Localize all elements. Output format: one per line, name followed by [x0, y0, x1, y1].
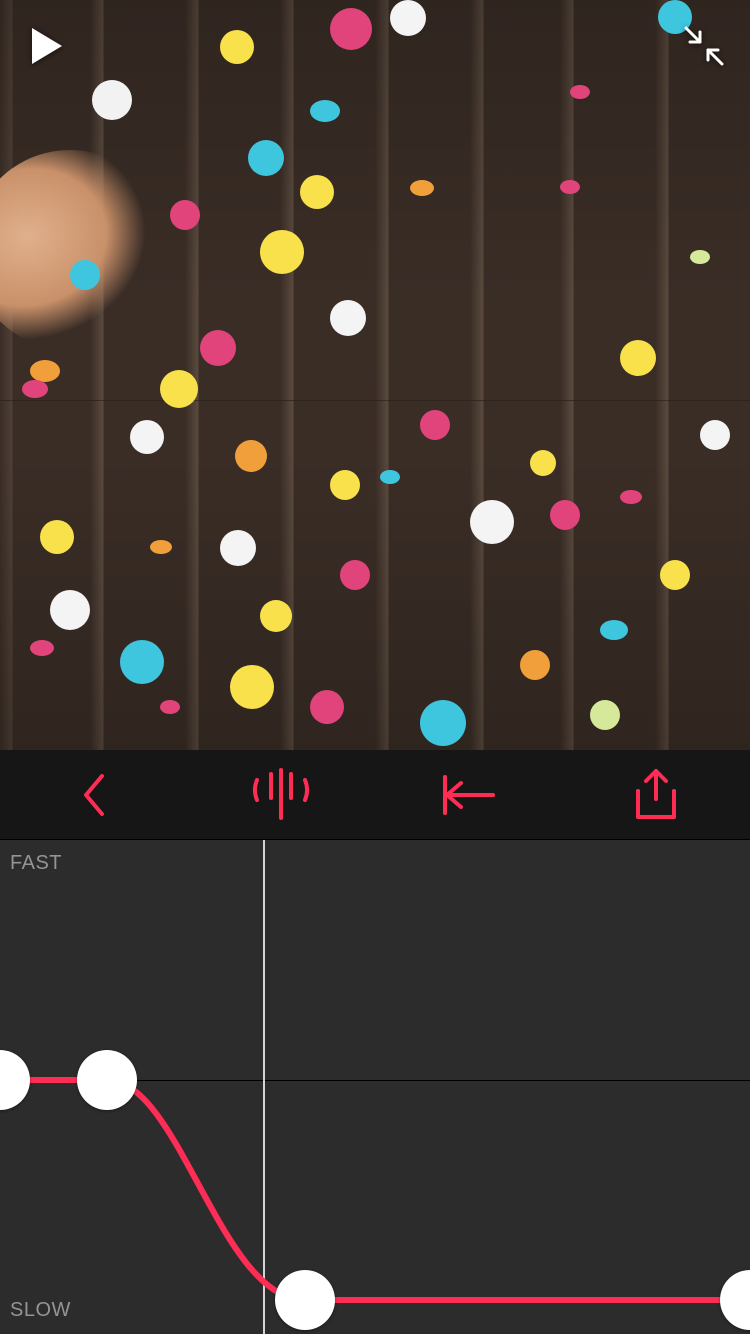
back-icon [80, 772, 108, 818]
preview-content [70, 260, 100, 290]
preview-content [235, 440, 267, 472]
preview-content [560, 180, 580, 194]
audio-pitch-button[interactable] [188, 750, 376, 840]
share-button[interactable] [563, 750, 750, 840]
preview-content [50, 590, 90, 630]
preview-content [160, 370, 198, 408]
preview-content [310, 690, 344, 724]
decor-line [0, 400, 750, 401]
preview-content [470, 500, 514, 544]
preview-content [310, 100, 340, 122]
preview-content [260, 600, 292, 632]
preview-content [410, 180, 434, 196]
audio-tuning-icon [251, 768, 311, 822]
preview-content [160, 700, 180, 714]
preview-content [130, 420, 164, 454]
preview-content [570, 85, 590, 99]
preview-content [300, 175, 334, 209]
preview-content [690, 250, 710, 264]
preview-content [0, 134, 186, 366]
preview-content [330, 470, 360, 500]
share-icon [634, 769, 678, 821]
preview-content [30, 640, 54, 656]
preview-content [330, 300, 366, 336]
preview-content [30, 360, 60, 382]
preview-content [248, 140, 284, 176]
curve-handle[interactable] [275, 1270, 335, 1330]
video-preview[interactable] [0, 0, 750, 750]
preview-content [660, 560, 690, 590]
preview-content [420, 700, 466, 746]
editor-toolbar [0, 750, 750, 840]
curve-handle[interactable] [77, 1050, 137, 1110]
jump-to-start-button[interactable] [375, 750, 563, 840]
preview-content [620, 490, 642, 504]
preview-content [420, 410, 450, 440]
preview-content [150, 540, 172, 554]
preview-content [260, 230, 304, 274]
back-button[interactable] [0, 750, 188, 840]
preview-content [600, 620, 628, 640]
preview-content [330, 8, 372, 50]
speed-curve-panel[interactable]: FAST SLOW [0, 840, 750, 1334]
preview-content [170, 200, 200, 230]
preview-content [220, 530, 256, 566]
preview-content [22, 380, 48, 398]
collapse-fullscreen-button[interactable] [674, 16, 734, 76]
trim-start-icon [441, 775, 497, 815]
play-icon [26, 26, 66, 66]
preview-content [520, 650, 550, 680]
collapse-icon [682, 24, 726, 68]
preview-content [230, 665, 274, 709]
play-button[interactable] [16, 16, 76, 76]
preview-content [40, 520, 74, 554]
preview-content [620, 340, 656, 376]
preview-content [590, 700, 620, 730]
preview-content [120, 640, 164, 684]
preview-content [550, 500, 580, 530]
preview-content [380, 470, 400, 484]
preview-content [700, 420, 730, 450]
preview-content [390, 0, 426, 36]
preview-content [340, 560, 370, 590]
preview-content [530, 450, 556, 476]
preview-content [220, 30, 254, 64]
preview-content [200, 330, 236, 366]
preview-content [92, 80, 132, 120]
